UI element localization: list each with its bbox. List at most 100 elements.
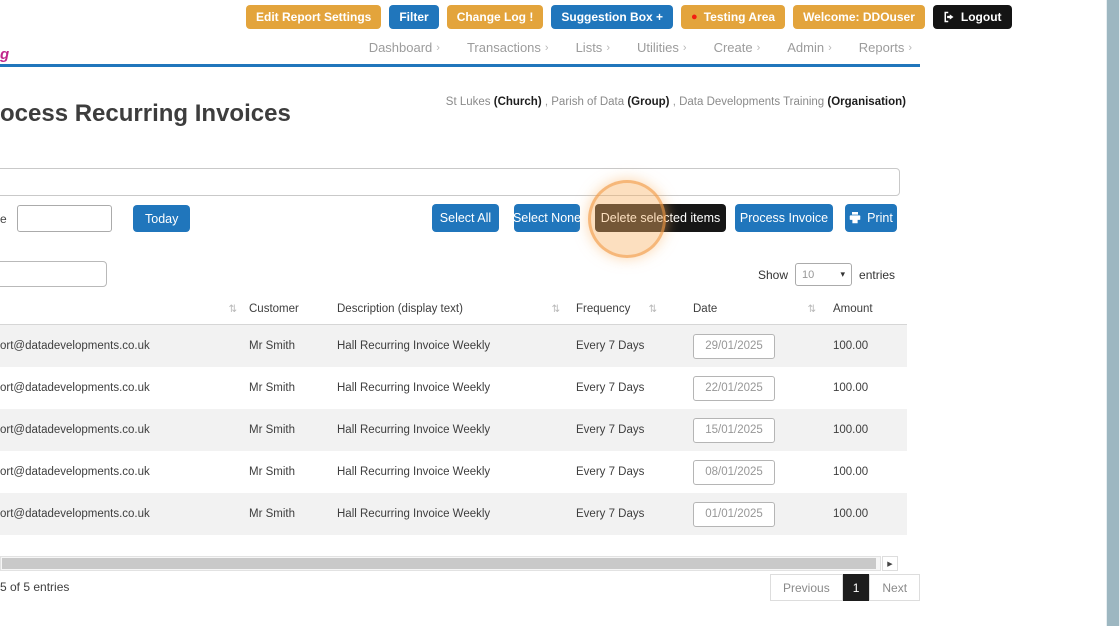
column-header-amount[interactable]: Amount — [833, 303, 907, 315]
select-all-button[interactable]: Select All — [432, 204, 499, 232]
page-size-select[interactable]: 10 ▾ — [795, 263, 853, 286]
nav-label: Transactions — [466, 40, 541, 55]
frequency-cell: Every 7 Days — [576, 508, 645, 520]
entries-label: entries — [859, 267, 896, 282]
edit-report-settings-button[interactable]: Edit Report Settings — [246, 5, 382, 29]
description-cell: Hall Recurring Invoice Weekly — [337, 340, 491, 352]
email-cell: ort@datadevelopments.co.uk — [0, 424, 150, 436]
nav-label: Lists — [575, 40, 603, 55]
print-label: Print — [867, 211, 893, 225]
table-header-row: ⇅ Customer Description (display text) ⇅ … — [0, 294, 907, 325]
description-cell: Hall Recurring Invoice Weekly — [337, 424, 491, 436]
table-row[interactable]: ort@datadevelopments.co.uk Mr Smith Hall… — [0, 493, 907, 535]
sort-icon: ⇅ — [648, 303, 657, 315]
date-cell — [693, 459, 833, 485]
date-cell — [693, 333, 833, 359]
description-cell: Hall Recurring Invoice Weekly — [337, 466, 491, 478]
chevron-right-icon: › — [828, 41, 832, 54]
column-header-date[interactable]: Date ⇅ — [693, 303, 833, 315]
scroll-right-button[interactable]: ▶ — [882, 556, 898, 571]
amount-cell: 100.00 — [833, 424, 869, 436]
chevron-right-icon: › — [682, 41, 687, 54]
date-input[interactable] — [693, 459, 775, 485]
nav-item-admin[interactable]: Admin › — [787, 40, 832, 55]
vertical-scrollbar[interactable] — [1106, 0, 1120, 626]
chevron-right-icon: › — [756, 41, 761, 54]
amount-cell: 100.00 — [833, 466, 869, 478]
sort-icon: ⇅ — [807, 303, 816, 315]
date-input[interactable] — [693, 333, 775, 359]
testing-area-button[interactable]: ● Testing Area — [681, 5, 786, 29]
welcome-user-button[interactable]: Welcome: DDOuser — [793, 5, 925, 29]
nav-item-transactions[interactable]: Transactions › — [467, 40, 549, 55]
column-header-email[interactable]: ⇅ — [0, 304, 249, 315]
nav-item-reports[interactable]: Reports › — [859, 40, 912, 55]
logo-fragment: g — [0, 46, 10, 63]
horizontal-scrollbar[interactable] — [0, 556, 881, 571]
table-row[interactable]: ort@datadevelopments.co.uk Mr Smith Hall… — [0, 451, 907, 493]
sort-icon: ⇅ — [228, 303, 237, 315]
date-input[interactable] — [693, 417, 775, 443]
table-row[interactable]: ort@datadevelopments.co.uk Mr Smith Hall… — [0, 409, 907, 451]
process-invoice-button[interactable]: Process Invoice — [735, 204, 833, 232]
filter-button[interactable]: Filter — [389, 5, 439, 29]
process-date-input[interactable] — [17, 205, 112, 232]
previous-page-button[interactable]: Previous — [770, 574, 843, 601]
context-organisation-type: (Organisation) — [827, 96, 906, 108]
search-input[interactable] — [0, 261, 107, 287]
horizontal-scrollbar-thumb[interactable] — [2, 558, 876, 569]
customer-cell: Mr Smith — [249, 508, 295, 520]
chevron-right-icon: › — [908, 41, 912, 54]
print-button[interactable]: Print — [845, 204, 897, 232]
recurring-invoices-table: ⇅ Customer Description (display text) ⇅ … — [0, 294, 907, 535]
printer-icon — [849, 212, 861, 224]
description-cell: Hall Recurring Invoice Weekly — [337, 382, 491, 394]
date-cell — [693, 375, 833, 401]
chevron-right-icon: › — [544, 41, 549, 54]
scroll-right-icon: ▶ — [887, 560, 893, 568]
nav-divider — [0, 64, 920, 67]
column-header-frequency[interactable]: Frequency ⇅ — [576, 303, 693, 315]
column-label: Frequency — [576, 303, 631, 315]
nav-label: Utilities — [636, 40, 679, 55]
testing-area-label: Testing Area — [703, 10, 776, 24]
page-size-value: 10 — [802, 268, 815, 281]
nav-item-create[interactable]: Create › — [714, 40, 761, 55]
date-input[interactable] — [693, 375, 775, 401]
context-organisation-name: Data Developments Training — [679, 96, 825, 108]
nav-item-dashboard[interactable]: Dashboard › — [369, 40, 440, 55]
logout-icon — [943, 11, 955, 23]
column-header-customer[interactable]: Customer — [249, 303, 337, 315]
next-page-button[interactable]: Next — [869, 574, 921, 601]
frequency-cell: Every 7 Days — [576, 424, 645, 436]
date-cell — [693, 501, 833, 527]
chevron-right-icon: › — [606, 41, 610, 54]
nav-item-lists[interactable]: Lists › — [576, 40, 610, 55]
page-1-button[interactable]: 1 — [842, 574, 870, 601]
today-button[interactable]: Today — [133, 205, 191, 232]
select-none-button[interactable]: Select None — [513, 204, 581, 232]
date-input[interactable] — [693, 501, 775, 527]
vertical-scrollbar-thumb[interactable] — [1107, 0, 1119, 626]
amount-cell: 100.00 — [833, 508, 869, 520]
sort-icon: ⇅ — [551, 303, 560, 315]
customer-cell: Mr Smith — [249, 424, 295, 436]
nav-label: Reports — [858, 40, 905, 55]
column-header-description[interactable]: Description (display text) ⇅ — [337, 303, 576, 315]
show-label: Show — [758, 267, 789, 282]
context-group-name: Parish of Data — [551, 96, 625, 108]
filter-input[interactable] — [0, 168, 900, 196]
frequency-cell: Every 7 Days — [576, 466, 645, 478]
suggestion-box-button[interactable]: Suggestion Box + — [551, 5, 674, 29]
change-log-button[interactable]: Change Log ! — [446, 5, 544, 29]
logout-button[interactable]: Logout — [932, 5, 1012, 29]
show-entries-control: Show 10 ▾ entries — [758, 263, 895, 286]
top-button-bar: Edit Report Settings Filter Change Log !… — [246, 5, 1012, 29]
table-row[interactable]: ort@datadevelopments.co.uk Mr Smith Hall… — [0, 367, 907, 409]
table-row[interactable]: ort@datadevelopments.co.uk Mr Smith Hall… — [0, 325, 907, 367]
pagination: Previous 1 Next — [770, 574, 921, 601]
nav-label: Create — [713, 40, 753, 55]
nav-item-utilities[interactable]: Utilities › — [637, 40, 687, 55]
delete-selected-items-button[interactable]: Delete selected items — [595, 204, 726, 232]
description-cell: Hall Recurring Invoice Weekly — [337, 508, 491, 520]
